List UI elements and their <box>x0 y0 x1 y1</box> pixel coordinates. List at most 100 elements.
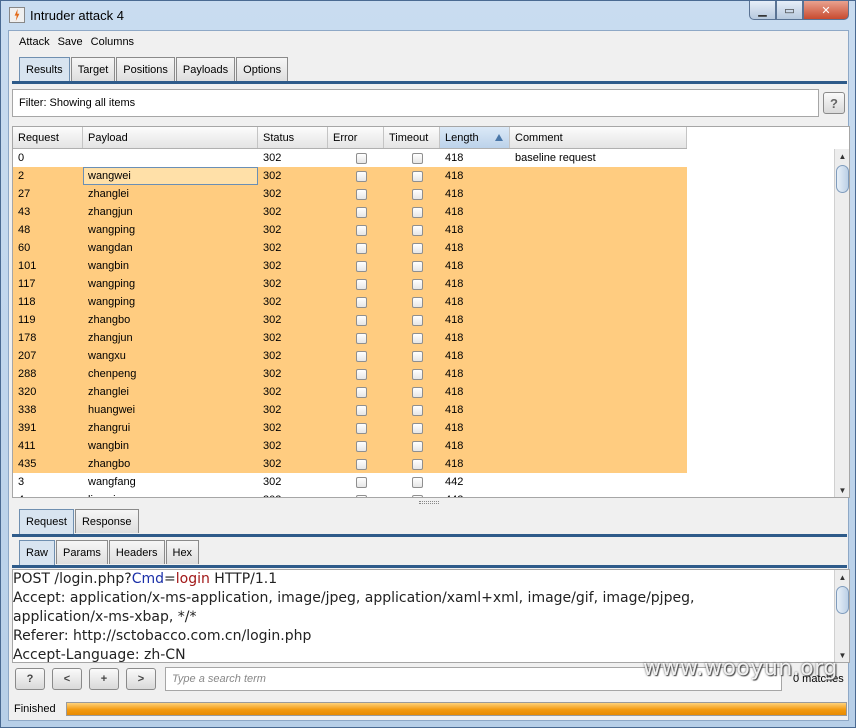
table-header: Request Payload Status Error Timeout Len… <box>13 127 687 149</box>
cell-status: 302 <box>263 386 282 398</box>
menu-columns[interactable]: Columns <box>91 36 134 48</box>
table-row[interactable]: 119 zhangbo 302 418 <box>13 311 687 329</box>
column-header-comment[interactable]: Comment <box>510 127 687 148</box>
maximize-button[interactable]: ▭ <box>776 1 803 20</box>
cell-request: 101 <box>18 260 37 272</box>
request-editor[interactable]: POST /login.php?Cmd=login HTTP/1.1 Accep… <box>12 569 850 663</box>
cell-length: 418 <box>445 188 464 200</box>
pane-splitter-handle[interactable] <box>419 501 439 504</box>
filter-help-button[interactable]: ? <box>823 92 845 114</box>
table-row[interactable]: 118 wangping 302 418 <box>13 293 687 311</box>
tab-positions[interactable]: Positions <box>116 57 175 81</box>
column-header-request[interactable]: Request <box>13 127 83 148</box>
error-checkbox <box>356 422 367 434</box>
cell-request: 391 <box>18 422 37 434</box>
close-button[interactable]: ✕ <box>803 1 849 20</box>
minimize-button[interactable]: ▁ <box>749 1 776 20</box>
cell-request: 288 <box>18 368 37 380</box>
error-checkbox <box>356 188 367 200</box>
error-checkbox <box>356 206 367 218</box>
cell-timeout <box>384 491 440 497</box>
tab-payloads[interactable]: Payloads <box>175 57 236 81</box>
table-row[interactable]: 391 zhangrui 302 418 <box>13 419 687 437</box>
column-header-payload[interactable]: Payload <box>83 127 258 148</box>
cell-status: 302 <box>263 242 282 254</box>
title-bar[interactable]: Intruder attack 4 ▁ ▭ ✕ <box>1 1 855 29</box>
column-header-status[interactable]: Status <box>258 127 328 148</box>
search-add-button[interactable]: + <box>89 668 119 690</box>
table-row[interactable]: 2 wangwei 302 418 <box>13 167 687 185</box>
cell-length: 418 <box>445 278 464 290</box>
error-checkbox <box>356 440 367 452</box>
tab-options[interactable]: Options <box>236 57 289 81</box>
table-row[interactable]: 207 wangxu 302 418 <box>13 347 687 365</box>
timeout-checkbox <box>412 224 423 236</box>
timeout-checkbox <box>412 152 423 164</box>
search-previous-button[interactable]: < <box>52 668 82 690</box>
filter-bar[interactable]: Filter: Showing all items <box>12 89 819 117</box>
cell-request: 117 <box>18 278 36 290</box>
tab-results[interactable]: Results <box>19 57 70 82</box>
table-row[interactable]: 60 wangdan 302 418 <box>13 239 687 257</box>
column-header-length[interactable]: Length <box>440 127 510 148</box>
scroll-up-arrow-icon[interactable]: ▲ <box>835 149 849 163</box>
table-body: 0 302 418 baseline request 2 wangwei 302 418 27 z… <box>13 149 687 497</box>
table-row[interactable]: 411 wangbin 302 418 <box>13 437 687 455</box>
tab-target[interactable]: Target <box>70 57 116 81</box>
tab-raw[interactable]: Raw <box>19 540 56 565</box>
editor-scrollbar[interactable]: ▲ ▼ <box>834 570 849 662</box>
table-row[interactable]: 288 chenpeng 302 418 <box>13 365 687 383</box>
tab-headers[interactable]: Headers <box>108 540 165 564</box>
cell-comment <box>510 473 687 491</box>
attack-progress-fill <box>67 703 846 715</box>
column-header-timeout[interactable]: Timeout <box>384 127 440 148</box>
tab-params[interactable]: Params <box>56 540 108 564</box>
menu-save[interactable]: Save <box>58 36 83 48</box>
cell-length: 418 <box>445 458 464 470</box>
menu-attack[interactable]: Attack <box>19 36 50 48</box>
tab-hex[interactable]: Hex <box>165 540 200 564</box>
cell-payload <box>83 149 258 167</box>
cell-timeout <box>384 203 440 221</box>
editor-scroll-up-arrow-icon[interactable]: ▲ <box>835 570 849 584</box>
close-icon: ✕ <box>821 4 831 17</box>
cell-length: 418 <box>445 314 464 326</box>
scroll-down-arrow-icon[interactable]: ▼ <box>835 483 849 497</box>
column-header-length-label: Length <box>445 131 479 144</box>
table-row[interactable]: 48 wangping 302 418 <box>13 221 687 239</box>
table-row[interactable]: 0 302 418 baseline request <box>13 149 687 167</box>
cell-payload: zhangjun <box>88 206 133 218</box>
table-row[interactable]: 101 wangbin 302 418 <box>13 257 687 275</box>
column-header-error[interactable]: Error <box>328 127 384 148</box>
table-row[interactable]: 4liuwei302 442 <box>13 491 687 497</box>
cell-length: 418 <box>445 170 464 182</box>
cell-error <box>328 365 384 383</box>
cell-comment <box>510 185 687 203</box>
results-scroll-thumb[interactable] <box>836 165 849 193</box>
tab-request[interactable]: Request <box>19 509 74 534</box>
results-scrollbar[interactable]: ▲ ▼ <box>834 149 849 497</box>
editor-scroll-thumb[interactable] <box>836 586 849 614</box>
table-row[interactable]: 435 zhangbo 302 418 <box>13 455 687 473</box>
table-row[interactable]: 43 zhangjun 302 418 <box>13 203 687 221</box>
cell-timeout <box>384 239 440 257</box>
search-next-button[interactable]: > <box>126 668 156 690</box>
cell-length: 418 <box>445 368 464 380</box>
cell-payload: zhanglei <box>88 386 129 398</box>
table-row[interactable]: 27 zhanglei 302 418 <box>13 185 687 203</box>
table-row[interactable]: 338 huangwei 302 418 <box>13 401 687 419</box>
cell-comment <box>510 257 687 275</box>
cell-payload: wangdan <box>88 242 133 254</box>
request-text[interactable]: POST /login.php?Cmd=login HTTP/1.1 Accep… <box>13 570 831 662</box>
search-help-button[interactable]: ? <box>15 668 45 690</box>
cell-request: 178 <box>18 332 37 344</box>
error-checkbox <box>356 278 367 290</box>
cell-request: 48 <box>18 224 31 236</box>
table-row[interactable]: 3 wangfang 302 442 <box>13 473 687 491</box>
filter-text: Filter: Showing all items <box>19 97 136 109</box>
table-row[interactable]: 320 zhanglei 302 418 <box>13 383 687 401</box>
table-row[interactable]: 178 zhangjun 302 418 <box>13 329 687 347</box>
table-row[interactable]: 117 wangping 302 418 <box>13 275 687 293</box>
request-line-4: Referer: http://sctobacco.com.cn/login.p… <box>13 628 312 644</box>
tab-response[interactable]: Response <box>74 509 139 533</box>
